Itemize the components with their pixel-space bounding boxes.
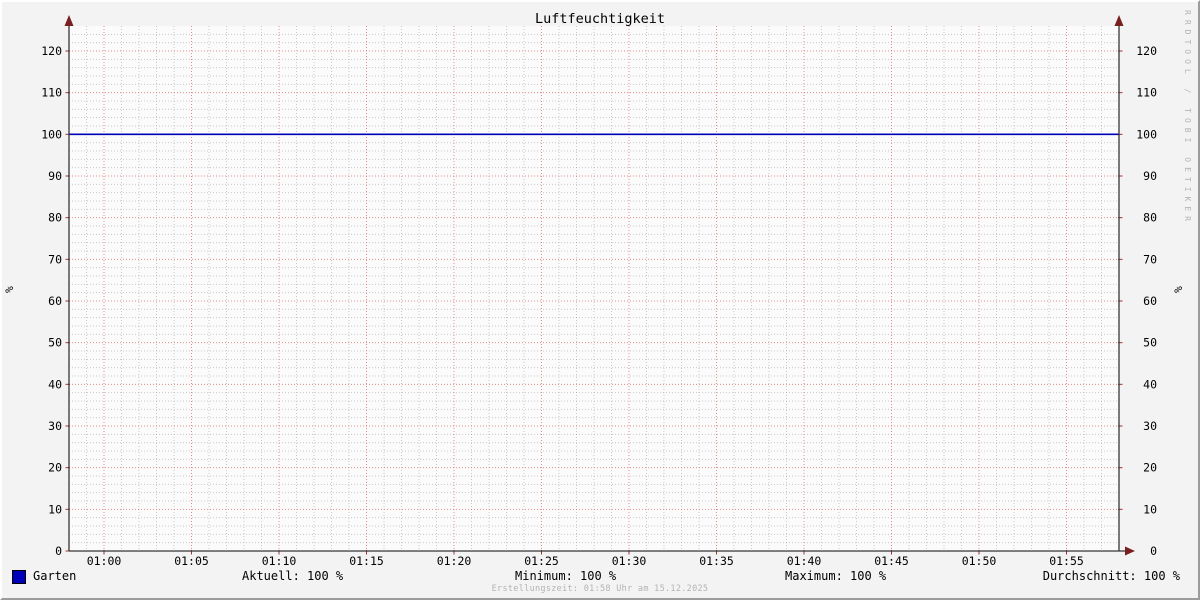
svg-text:120: 120 [1136, 44, 1157, 58]
svg-text:01:25: 01:25 [524, 554, 559, 568]
svg-text:70: 70 [48, 252, 62, 266]
svg-text:01:40: 01:40 [787, 554, 822, 568]
svg-text:110: 110 [41, 86, 62, 100]
svg-text:0: 0 [55, 544, 62, 558]
stat-minimum: Minimum: 100 % [515, 569, 617, 583]
svg-text:01:10: 01:10 [262, 554, 297, 568]
svg-text:20: 20 [48, 461, 62, 475]
svg-text:50: 50 [48, 336, 62, 350]
svg-text:100: 100 [41, 127, 62, 141]
svg-text:01:00: 01:00 [87, 554, 122, 568]
svg-text:30: 30 [48, 419, 62, 433]
svg-text:01:30: 01:30 [612, 554, 647, 568]
svg-text:80: 80 [1143, 211, 1157, 225]
svg-text:20: 20 [1143, 461, 1157, 475]
series-label: Garten [33, 569, 77, 583]
series-color-swatch [12, 570, 26, 584]
legend-row: Garten Aktuell: 100 % Minimum: 100 % Max… [2, 569, 1198, 585]
svg-text:60: 60 [1143, 294, 1157, 308]
rrdtool-graph: Luftfeuchtigkeit RRDTOOL / TOBI OETIKER … [0, 0, 1200, 600]
svg-text:40: 40 [1143, 377, 1157, 391]
svg-text:01:45: 01:45 [874, 554, 909, 568]
stat-durchschnitt: Durchschnitt: 100 % [1042, 569, 1180, 583]
stat-maximum: Maximum: 100 % [785, 569, 887, 583]
chart-plot-area: 0 0 10 10 20 20 30 30 40 40 50 50 60 60 70 70 80 80 90 90 10… [41, 15, 1157, 568]
svg-text:60: 60 [48, 294, 62, 308]
svg-text:10: 10 [1143, 502, 1157, 516]
svg-text:90: 90 [48, 169, 62, 183]
svg-text:30: 30 [1143, 419, 1157, 433]
svg-text:110: 110 [1136, 86, 1157, 100]
svg-text:120: 120 [41, 44, 62, 58]
svg-text:80: 80 [48, 211, 62, 225]
svg-text:40: 40 [48, 377, 62, 391]
svg-text:0: 0 [1150, 544, 1157, 558]
svg-text:70: 70 [1143, 252, 1157, 266]
svg-text:01:35: 01:35 [699, 554, 734, 568]
svg-text:01:15: 01:15 [349, 554, 384, 568]
svg-text:01:20: 01:20 [437, 554, 472, 568]
creation-timestamp: Erstellungszeit: 01:58 Uhr am 15.12.2025 [491, 584, 709, 594]
svg-text:01:55: 01:55 [1049, 554, 1084, 568]
svg-text:100: 100 [1136, 127, 1157, 141]
stat-aktuell: Aktuell: 100 % [242, 569, 344, 583]
svg-text:90: 90 [1143, 169, 1157, 183]
svg-text:01:05: 01:05 [174, 554, 209, 568]
svg-text:01:50: 01:50 [962, 554, 997, 568]
svg-text:50: 50 [1143, 336, 1157, 350]
svg-text:10: 10 [48, 502, 62, 516]
